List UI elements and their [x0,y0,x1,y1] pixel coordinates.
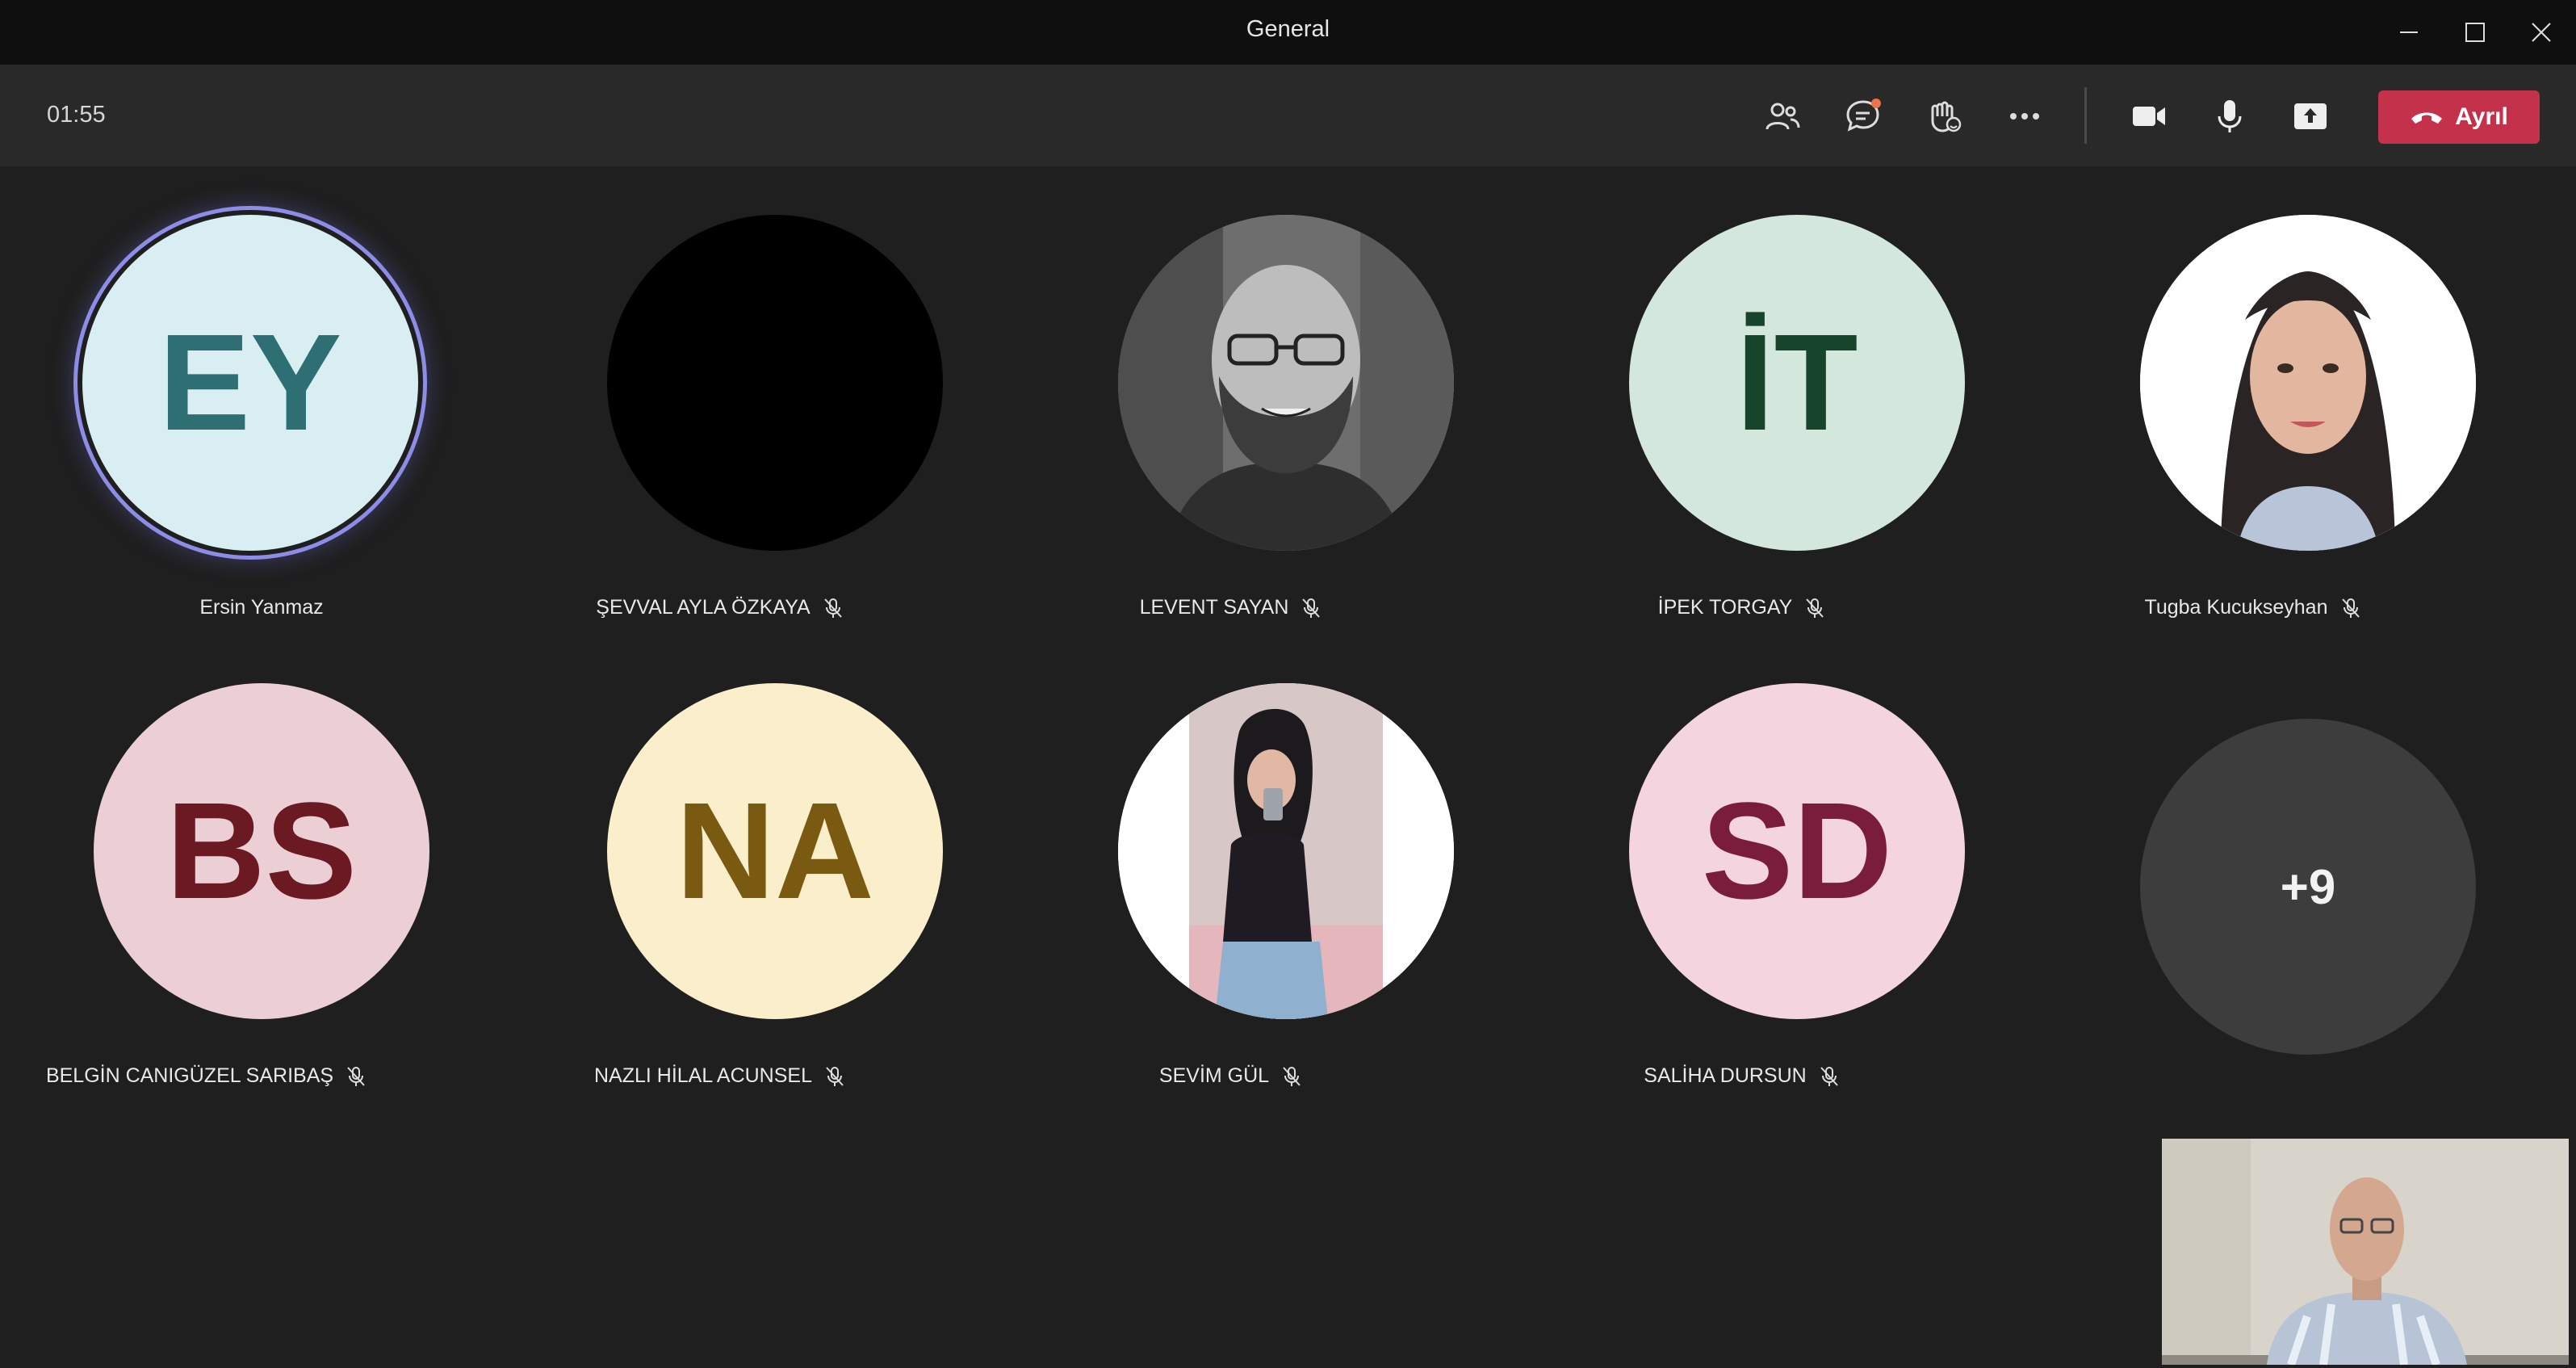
participant-name-row: SEVİM GÜL [949,1064,1514,1088]
chat-button[interactable] [1839,92,1887,141]
avatar: EY [82,215,418,551]
self-video-preview [2162,1139,2569,1365]
camera-icon [2133,107,2165,126]
participant-tile[interactable]: EY Ersin Yanmaz [36,215,488,651]
more-icon [2010,113,2039,120]
maximize-button[interactable] [2454,11,2496,53]
reactions-button[interactable] [1920,92,1968,141]
mic-muted-icon [1806,598,1824,618]
participant-tile[interactable]: İT İPEK TORGAY [1516,215,1968,651]
participant-name-row: NAZLI HİLAL ACUNSEL [438,1064,1003,1088]
share-icon [2294,103,2327,129]
profile-photo-man [1118,215,1454,551]
participant-name-row: ŞEVVAL AYLA ÖZKAYA [438,596,1003,619]
toolbar-divider [2084,87,2087,144]
close-button[interactable] [2520,11,2562,53]
overflow-count: +9 [2280,859,2336,914]
mic-muted-icon [1283,1066,1301,1086]
meeting-toolbar: 01:55 Ayrıl [0,65,2576,166]
more-options-button[interactable] [2000,92,2049,141]
participant-name-row: Tugba Kucukseyhan [1971,596,2536,619]
avatar-initials: NA [676,774,874,928]
self-video-feed [2162,1139,2569,1365]
avatar: BS [94,683,429,1019]
avatar-initials: SD [1701,774,1893,928]
participant-name-row: SALİHA DURSUN [1460,1064,2025,1088]
participant-tile[interactable]: BS BELGİN CANIGÜZEL SARIBAŞ [0,683,433,1119]
avatar: SD [1629,683,1965,1019]
participant-name: SALİHA DURSUN [1644,1064,1807,1087]
participant-tile[interactable]: ŞEVVAL AYLA ÖZKAYA [494,215,946,651]
avatar-initials: BS [165,774,358,928]
participants-icon [1766,103,1800,130]
participant-name: ŞEVVAL AYLA ÖZKAYA [596,596,810,619]
profile-photo-woman [2140,215,2476,551]
mic-muted-icon [826,1066,844,1086]
avatar [607,215,943,551]
participants-button[interactable] [1758,92,1807,141]
mic-muted-icon [2341,598,2360,618]
participant-name: Tugba Kucukseyhan [2144,596,2328,619]
profile-photo-selfie [1118,683,1454,1019]
title-bar: General [0,0,2576,65]
participant-name: SEVİM GÜL [1158,1064,1270,1087]
participant-tile[interactable]: NA NAZLI HİLAL ACUNSEL [494,683,946,1119]
participant-name-row: İPEK TORGAY [1460,596,2025,619]
avatar-photo [1118,215,1454,551]
call-timer: 01:55 [47,102,106,128]
mic-muted-icon [347,1066,365,1086]
participant-name: Ersin Yanmaz [199,596,324,619]
mic-muted-icon [1302,598,1321,618]
mic-muted-icon [1820,1066,1838,1086]
minimize-button[interactable] [2388,11,2430,53]
window-title: General [1246,16,1330,42]
participant-tile[interactable]: LEVENT SAYAN [1005,215,1457,651]
mic-muted-icon [823,598,842,618]
avatar-photo [1118,683,1454,1019]
participant-name-row: LEVENT SAYAN [949,596,1514,619]
reactions-icon [1931,101,1962,132]
hang-up-icon [2411,112,2443,124]
participant-name: BELGİN CANIGÜZEL SARIBAŞ [45,1064,334,1087]
minimize-icon [2400,31,2418,33]
close-icon [2532,23,2551,42]
avatar-photo [2140,215,2476,551]
participant-name: İPEK TORGAY [1657,596,1793,619]
leave-label: Ayrıl [2455,103,2508,130]
participant-name: NAZLI HİLAL ACUNSEL [593,1064,812,1087]
mic-icon [2218,100,2242,132]
microphone-button[interactable] [2205,92,2254,141]
chat-icon [1846,99,1881,132]
avatar: NA [607,683,943,1019]
overflow-participants-tile[interactable]: +9 [2027,719,2479,1155]
participant-name-row: BELGİN CANIGÜZEL SARIBAŞ [0,1064,489,1088]
share-screen-button[interactable] [2286,92,2335,141]
avatar: İT [1629,215,1965,551]
overflow-avatar[interactable]: +9 [2140,719,2476,1055]
participant-name: LEVENT SAYAN [1139,596,1289,619]
camera-button[interactable] [2125,92,2173,141]
leave-button[interactable]: Ayrıl [2378,90,2540,144]
participant-tile[interactable]: Tugba Kucukseyhan [2027,215,2479,651]
avatar-initials: İT [1736,306,1858,459]
participant-tile[interactable]: SEVİM GÜL [1005,683,1457,1119]
maximize-icon [2465,23,2485,42]
participant-tile[interactable]: SD SALİHA DURSUN [1516,683,1968,1119]
avatar-initials: EY [158,306,342,459]
